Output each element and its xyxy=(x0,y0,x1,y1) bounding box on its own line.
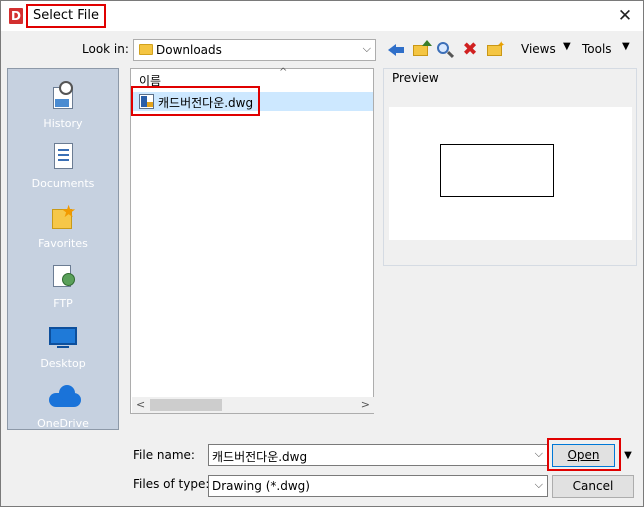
file-list[interactable]: 이름 ^ 캐드버전다운.dwg < > xyxy=(130,67,374,414)
look-in-combo[interactable]: Downloads ⌵ xyxy=(133,39,376,61)
files-of-type-select[interactable]: Drawing (*.dwg) ⌵ xyxy=(208,475,548,497)
preview-drawing xyxy=(440,144,554,197)
back-arrow-icon[interactable] xyxy=(385,39,407,61)
file-name-field[interactable]: 캐드버전다운.dwg ⌵ xyxy=(208,444,548,466)
file-name-label: File name: xyxy=(133,448,195,462)
preview-label: Preview xyxy=(392,71,439,85)
horizontal-scrollbar[interactable]: < > xyxy=(132,397,374,413)
open-highlight-box xyxy=(547,438,621,471)
place-label: Documents xyxy=(31,177,95,190)
app-logo-icon: D xyxy=(9,8,23,24)
desktop-icon xyxy=(49,321,77,351)
place-label: OneDrive xyxy=(37,417,89,430)
files-of-type-label: Files of type: xyxy=(133,477,210,491)
ftp-icon xyxy=(49,261,77,291)
look-in-value: Downloads xyxy=(156,43,222,57)
views-dropdown-icon[interactable]: ▼ xyxy=(563,41,571,52)
place-onedrive[interactable]: OneDrive xyxy=(8,373,118,433)
tools-dropdown-icon[interactable]: ▼ xyxy=(622,41,630,52)
select-file-dialog: D Select File ✕ Look in: Downloads ⌵ ✖ ✦… xyxy=(0,0,644,507)
scroll-left-icon[interactable]: < xyxy=(136,398,145,411)
scroll-right-icon[interactable]: > xyxy=(361,398,370,411)
place-desktop[interactable]: Desktop xyxy=(8,313,118,373)
place-label: History xyxy=(43,117,83,130)
place-ftp[interactable]: FTP xyxy=(8,253,118,313)
chevron-down-icon: ⌵ xyxy=(362,42,371,55)
place-label: Desktop xyxy=(40,357,86,370)
close-icon[interactable]: ✕ xyxy=(613,5,637,27)
place-label: Favorites xyxy=(38,237,88,250)
tools-menu[interactable]: Tools xyxy=(582,42,612,56)
title-bar: D Select File ✕ xyxy=(1,1,643,31)
up-folder-icon[interactable] xyxy=(410,39,432,61)
place-favorites[interactable]: ★ Favorites xyxy=(8,193,118,253)
documents-icon xyxy=(49,141,77,171)
places-panel: History Documents ★ Favorites FTP Deskto… xyxy=(7,68,119,430)
place-history[interactable]: History xyxy=(8,73,118,133)
files-of-type-value: Drawing (*.dwg) xyxy=(212,479,310,493)
place-documents[interactable]: Documents xyxy=(8,133,118,193)
folder-icon xyxy=(139,44,153,55)
chevron-down-icon[interactable]: ⌵ xyxy=(535,447,543,461)
file-name-value: 캐드버전다운.dwg xyxy=(212,450,308,464)
dialog-title: Select File xyxy=(26,4,106,28)
preview-area xyxy=(389,107,632,240)
chevron-down-icon[interactable]: ⌵ xyxy=(535,478,543,492)
scroll-thumb[interactable] xyxy=(150,399,222,411)
delete-icon[interactable]: ✖ xyxy=(459,39,481,61)
new-folder-icon[interactable]: ✦ xyxy=(484,39,506,61)
favorites-icon: ★ xyxy=(49,201,77,231)
onedrive-icon xyxy=(49,381,81,411)
look-in-label: Look in: xyxy=(82,42,129,56)
file-highlight-box xyxy=(131,86,260,116)
history-icon xyxy=(49,81,77,111)
place-label: FTP xyxy=(53,297,73,310)
cancel-button[interactable]: Cancel xyxy=(552,475,634,498)
search-web-icon[interactable] xyxy=(434,39,456,61)
views-menu[interactable]: Views xyxy=(521,42,556,56)
open-dropdown-icon[interactable]: ▼ xyxy=(621,444,635,467)
sort-up-icon: ^ xyxy=(279,67,288,78)
